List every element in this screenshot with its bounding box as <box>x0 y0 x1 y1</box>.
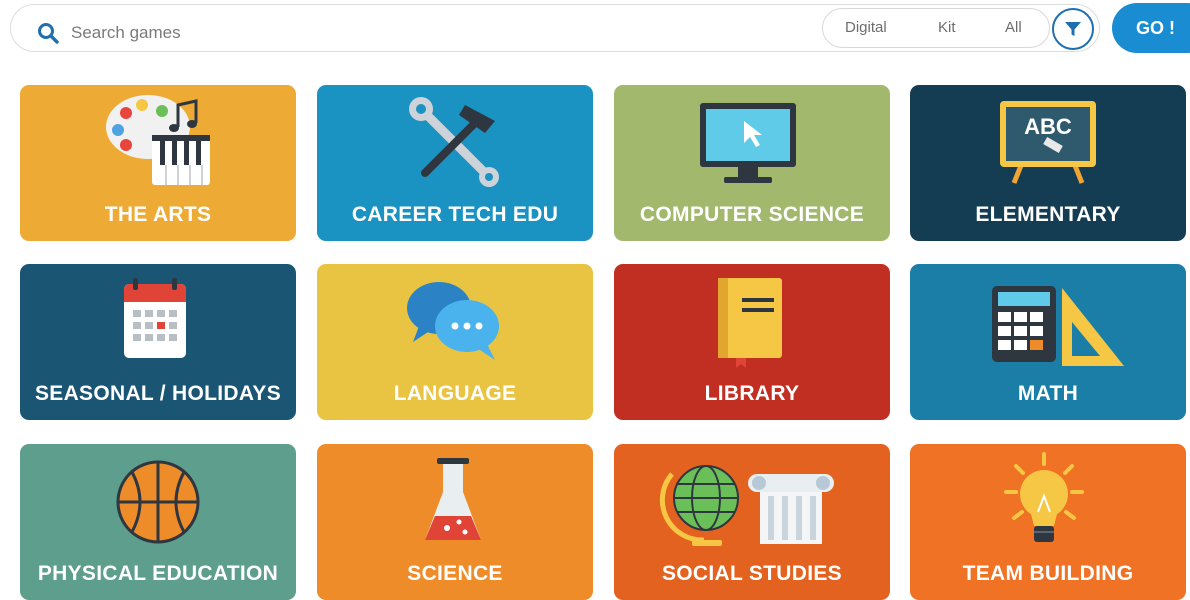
top-bar: Digital Kit All GO ! <box>0 0 1190 56</box>
category-label: SEASONAL / HOLIDAYS <box>34 382 282 405</box>
category-label: SOCIAL STUDIES <box>661 562 842 585</box>
go-button[interactable]: GO ! <box>1112 3 1190 53</box>
globe-column-icon <box>659 465 834 546</box>
monitor-cursor-icon <box>700 103 796 183</box>
category-card-computer-science[interactable]: COMPUTER SCIENCE <box>614 85 890 241</box>
category-card-team-building[interactable]: TEAM BUILDING <box>910 444 1186 600</box>
abc-text: ABC <box>1024 114 1072 139</box>
category-label: MATH <box>1017 382 1079 405</box>
chalkboard-abc-icon: ABC <box>1000 101 1096 184</box>
funnel-icon <box>1065 22 1081 36</box>
search-icon[interactable] <box>37 22 59 44</box>
category-card-science[interactable]: SCIENCE <box>317 444 593 600</box>
category-card-career-tech-edu[interactable]: CAREER TECH EDU <box>317 85 593 241</box>
category-label: THE ARTS <box>104 203 212 226</box>
basketball-icon <box>116 460 200 544</box>
search-input[interactable] <box>71 19 771 47</box>
category-card-seasonal-holidays[interactable]: SEASONAL / HOLIDAYS <box>20 264 296 420</box>
category-card-library[interactable]: LIBRARY <box>614 264 890 420</box>
flask-icon <box>425 458 481 540</box>
category-label: TEAM BUILDING <box>962 562 1134 585</box>
calculator-ruler-icon <box>992 286 1124 366</box>
filter-kit[interactable]: Kit <box>938 19 956 36</box>
category-label: LANGUAGE <box>393 382 517 405</box>
category-card-social-studies[interactable]: SOCIAL STUDIES <box>614 444 890 600</box>
filter-digital[interactable]: Digital <box>845 19 887 36</box>
category-label: LIBRARY <box>704 382 800 405</box>
calendar-icon <box>124 278 186 358</box>
category-label: CAREER TECH EDU <box>351 203 559 226</box>
category-card-elementary[interactable]: ABC ELEMENTARY <box>910 85 1186 241</box>
filter-button[interactable] <box>1052 8 1094 50</box>
speech-bubbles-icon <box>407 282 499 360</box>
category-label: COMPUTER SCIENCE <box>639 203 865 226</box>
category-card-physical-education[interactable]: PHYSICAL EDUCATION <box>20 444 296 600</box>
category-card-math[interactable]: MATH <box>910 264 1186 420</box>
category-card-the-arts[interactable]: THE ARTS <box>20 85 296 241</box>
palette-piano-icon <box>106 95 210 185</box>
game-type-filter: Digital Kit All <box>822 8 1050 48</box>
category-card-language[interactable]: LANGUAGE <box>317 264 593 420</box>
category-label: ELEMENTARY <box>975 203 1121 226</box>
book-icon <box>718 278 782 368</box>
category-label: PHYSICAL EDUCATION <box>37 562 279 585</box>
category-label: SCIENCE <box>407 562 503 585</box>
wrench-hammer-icon <box>409 97 499 187</box>
filter-all[interactable]: All <box>1005 19 1022 36</box>
lightbulb-icon <box>1004 452 1084 542</box>
